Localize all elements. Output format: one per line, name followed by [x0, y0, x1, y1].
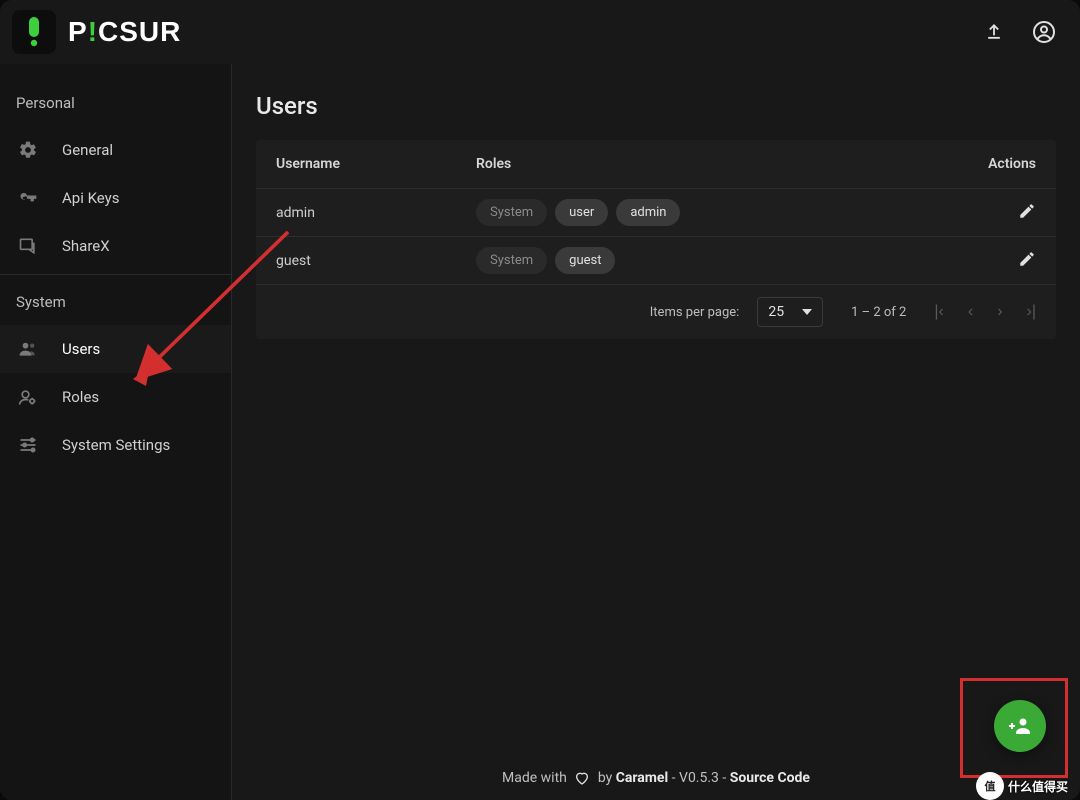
- sidebar-divider: [0, 274, 231, 275]
- sharex-icon: [18, 236, 38, 256]
- first-page-button[interactable]: |‹: [934, 303, 943, 321]
- role-chip: user: [555, 199, 608, 226]
- account-button[interactable]: [1032, 20, 1056, 44]
- sidebar-item-api-keys[interactable]: Api Keys: [0, 174, 231, 222]
- gear-icon: [18, 140, 38, 160]
- cell-roles: System guest: [476, 247, 956, 274]
- paginator-range: 1 – 2 of 2: [851, 305, 906, 320]
- page-size-select[interactable]: 25: [757, 297, 823, 327]
- upload-icon: [984, 22, 1004, 42]
- cell-roles: System user admin: [476, 199, 956, 226]
- footer-source-link[interactable]: Source Code: [730, 770, 810, 786]
- logo[interactable]: P!CSUR: [12, 10, 181, 54]
- role-chip: System: [476, 199, 547, 226]
- sidebar-item-general[interactable]: General: [0, 126, 231, 174]
- table-row: guest System guest: [256, 236, 1056, 284]
- sidebar-item-roles[interactable]: Roles: [0, 373, 231, 421]
- edit-icon: [1018, 250, 1036, 268]
- chevron-down-icon: [802, 309, 812, 315]
- cell-username: admin: [276, 205, 476, 221]
- prev-page-button[interactable]: ‹: [968, 303, 973, 321]
- edit-user-button[interactable]: [1018, 202, 1036, 220]
- chevron-left-icon: ‹: [968, 303, 973, 320]
- sidebar: Personal General Api Keys ShareX: [0, 64, 232, 800]
- sidebar-section-personal: Personal: [0, 80, 231, 126]
- footer-author[interactable]: Caramel: [616, 770, 668, 786]
- sidebar-item-users[interactable]: Users: [0, 325, 231, 373]
- role-chip: admin: [616, 199, 680, 226]
- logo-icon: [12, 10, 56, 54]
- person-add-icon: [1008, 714, 1032, 738]
- col-header-roles: Roles: [476, 156, 956, 172]
- app-header: P!CSUR: [0, 0, 1080, 64]
- users-table: Username Roles Actions admin System user…: [256, 140, 1056, 339]
- sidebar-item-label: Users: [62, 340, 100, 358]
- cell-username: guest: [276, 253, 476, 269]
- watermark: 值 什么值得买: [976, 772, 1068, 800]
- footer: Made with by Caramel - V0.5.3 - Source C…: [256, 756, 1056, 800]
- col-header-actions: Actions: [956, 156, 1036, 172]
- logo-text: P!CSUR: [68, 16, 181, 48]
- watermark-icon: 值: [976, 772, 1004, 800]
- table-header: Username Roles Actions: [256, 140, 1056, 188]
- tune-icon: [18, 435, 38, 455]
- last-page-icon: ›|: [1027, 303, 1036, 320]
- account-circle-icon: [1032, 20, 1056, 44]
- role-chip: guest: [555, 247, 615, 274]
- sidebar-section-system: System: [0, 279, 231, 325]
- col-header-username: Username: [276, 156, 476, 172]
- page-title: Users: [256, 92, 1056, 120]
- paginator: Items per page: 25 1 – 2 of 2 |‹ ‹ › ›|: [256, 284, 1056, 339]
- edit-icon: [1018, 202, 1036, 220]
- paginator-label: Items per page:: [650, 305, 740, 320]
- main-content: Users Username Roles Actions admin Syste…: [232, 64, 1080, 800]
- sidebar-item-sharex[interactable]: ShareX: [0, 222, 231, 270]
- next-page-button[interactable]: ›: [997, 303, 1002, 321]
- key-icon: [18, 188, 38, 208]
- roles-icon: [18, 387, 38, 407]
- sidebar-item-label: ShareX: [62, 237, 110, 255]
- sidebar-item-label: System Settings: [62, 436, 170, 454]
- role-chip: System: [476, 247, 547, 274]
- sidebar-item-label: Roles: [62, 388, 99, 406]
- heart-icon: [574, 770, 590, 786]
- add-user-fab[interactable]: [994, 700, 1046, 752]
- sidebar-item-label: General: [62, 141, 113, 159]
- upload-button[interactable]: [984, 22, 1004, 42]
- table-row: admin System user admin: [256, 188, 1056, 236]
- last-page-button[interactable]: ›|: [1027, 303, 1036, 321]
- sidebar-item-label: Api Keys: [62, 189, 120, 207]
- users-icon: [18, 339, 38, 359]
- first-page-icon: |‹: [934, 303, 943, 320]
- sidebar-item-system-settings[interactable]: System Settings: [0, 421, 231, 469]
- edit-user-button[interactable]: [1018, 250, 1036, 268]
- chevron-right-icon: ›: [997, 303, 1002, 320]
- page-size-value: 25: [768, 304, 784, 320]
